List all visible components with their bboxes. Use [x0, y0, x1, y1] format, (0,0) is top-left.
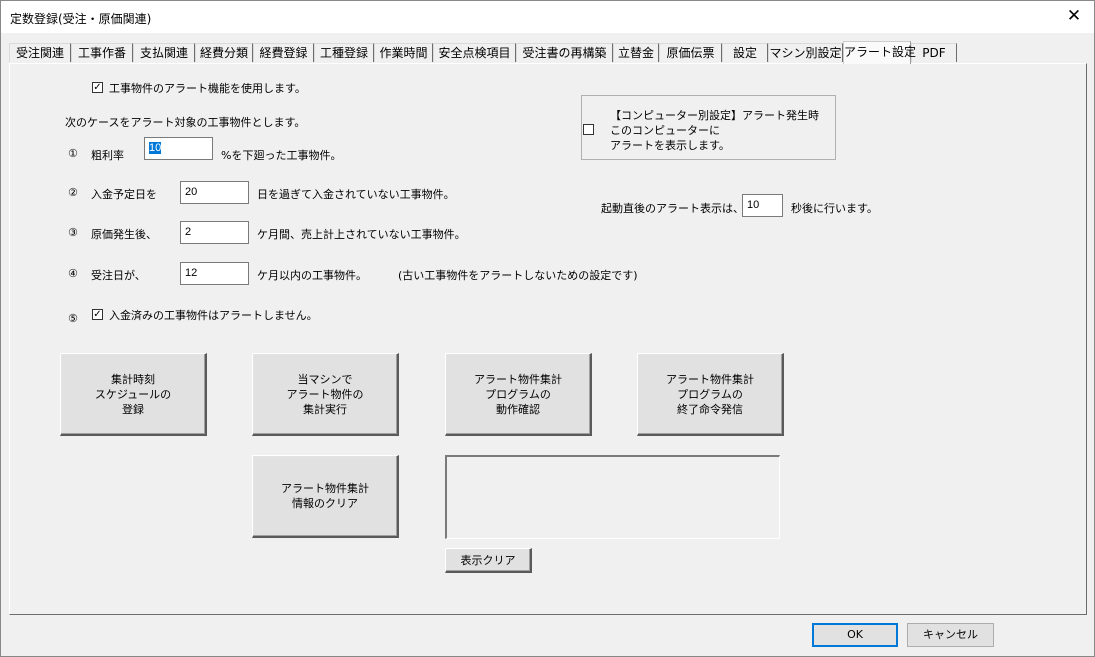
case1-number: ①: [68, 147, 78, 160]
tab-4[interactable]: 経費分類: [195, 43, 253, 62]
case1-suffix: %を下廻った工事物件。: [221, 149, 342, 162]
case1-label: 粗利率: [91, 149, 124, 162]
computer-setting-line1: 【コンピューター別設定】アラート発生時: [610, 109, 819, 122]
enable-alert-label: 工事物件のアラート機能を使用します。: [109, 82, 306, 95]
gross-margin-value: 10: [149, 142, 162, 154]
tab-bar: 受注関連 工事作番 支払関連 経費分類 経費登録 工種登録 作業時間 安全点検項目 受注書の再構…: [9, 41, 1089, 64]
cost-months-input[interactable]: 2: [180, 221, 249, 244]
payment-days-input[interactable]: 20: [180, 181, 249, 204]
cases-intro-text: 次のケースをアラート対象の工事物件とします。: [65, 116, 306, 129]
dialog-window: 定数登録(受注・原価関連) ✕ 受注関連 工事作番 支払関連 経費分類 経費登録 工種登録…: [0, 0, 1095, 657]
startup-delay-input[interactable]: 10: [742, 194, 783, 217]
status-display-box: [445, 455, 780, 539]
computer-alert-checkbox[interactable]: [583, 124, 594, 135]
case4-number: ④: [68, 267, 78, 280]
check-program-button[interactable]: アラート物件集計 プログラムの 動作確認: [445, 353, 592, 436]
case5-number: ⑤: [68, 312, 78, 325]
case4-note: (古い工事物件をアラートしないための設定です): [398, 269, 638, 282]
tab-1[interactable]: 受注関連: [9, 43, 71, 62]
tab-14[interactable]: アラート設定: [843, 41, 916, 64]
case2-suffix: 日を過ぎて入金されていない工事物件。: [257, 188, 455, 201]
tab-13[interactable]: マシン別設定: [768, 43, 843, 62]
tab-15[interactable]: PDF: [911, 43, 957, 62]
enable-alert-checkbox[interactable]: ✓: [92, 82, 103, 93]
tab-7[interactable]: 作業時間: [374, 43, 433, 62]
alert-settings-panel: ✓ 工事物件のアラート機能を使用します。 次のケースをアラート対象の工事物件とし…: [9, 63, 1087, 615]
tab-10[interactable]: 立替金: [613, 43, 659, 62]
case2-label: 入金予定日を: [91, 188, 157, 201]
title-bar: 定数登録(受注・原価関連) ✕: [1, 1, 1094, 33]
tab-8[interactable]: 安全点検項目: [433, 43, 516, 62]
startup-suffix: 秒後に行います。: [791, 202, 878, 215]
tab-9[interactable]: 受注書の再構築: [516, 43, 613, 62]
case4-suffix: ケ月以内の工事物件。: [257, 269, 367, 282]
case3-number: ③: [68, 226, 78, 239]
cancel-button[interactable]: キャンセル: [907, 623, 994, 647]
tab-11[interactable]: 原価伝票: [659, 43, 722, 62]
tab-6[interactable]: 工種登録: [314, 43, 374, 62]
startup-prefix: 起動直後のアラート表示は、: [601, 202, 744, 215]
tab-12[interactable]: 設定: [722, 43, 768, 62]
clear-display-button[interactable]: 表示クリア: [445, 548, 532, 573]
computer-setting-group: 【コンピューター別設定】アラート発生時 このコンピューターに アラートを表示しま…: [581, 95, 836, 160]
tab-5[interactable]: 経費登録: [253, 43, 314, 62]
gross-margin-input[interactable]: 10: [144, 137, 213, 160]
tab-3[interactable]: 支払関連: [133, 43, 195, 62]
case5-label: 入金済みの工事物件はアラートしません。: [109, 309, 318, 322]
tab-2[interactable]: 工事作番: [71, 43, 133, 62]
register-schedule-button[interactable]: 集計時刻 スケジュールの 登録: [60, 353, 207, 436]
case3-suffix: ケ月間、売上計上されていない工事物件。: [257, 228, 466, 241]
ok-button[interactable]: OK: [812, 623, 898, 647]
case2-number: ②: [68, 186, 78, 199]
case4-label: 受注日が、: [91, 269, 146, 282]
send-stop-command-button[interactable]: アラート物件集計 プログラムの 終了命令発信: [637, 353, 784, 436]
close-icon[interactable]: ✕: [1054, 1, 1094, 33]
paid-skip-checkbox[interactable]: ✓: [92, 309, 103, 320]
computer-setting-line3: アラートを表示します。: [610, 139, 730, 152]
clear-aggregation-info-button[interactable]: アラート物件集計 情報のクリア: [252, 455, 399, 538]
order-months-input[interactable]: 12: [180, 262, 249, 285]
run-local-aggregation-button[interactable]: 当マシンで アラート物件の 集計実行: [252, 353, 399, 436]
case3-label: 原価発生後、: [91, 228, 157, 241]
window-title: 定数登録(受注・原価関連): [10, 12, 152, 26]
computer-setting-line2: このコンピューターに: [610, 124, 720, 137]
